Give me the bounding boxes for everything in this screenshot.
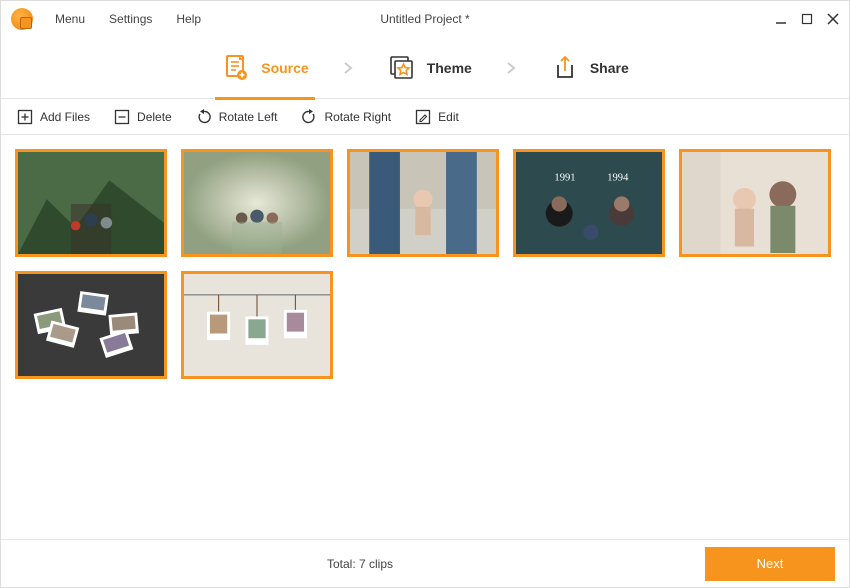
step-theme[interactable]: Theme [387, 53, 472, 83]
thumb-1[interactable] [15, 149, 167, 257]
step-source[interactable]: Source [221, 53, 308, 83]
source-icon [221, 53, 251, 83]
rotate-left-icon [196, 109, 212, 125]
thumb-2[interactable] [181, 149, 333, 257]
menu-help[interactable]: Help [164, 12, 213, 26]
toolbar: Add Files Delete Rotate Left Rotate Righ… [1, 99, 849, 135]
edit-button[interactable]: Edit [415, 109, 459, 125]
step-source-label: Source [261, 60, 308, 76]
maximize-icon[interactable] [801, 13, 813, 25]
svg-text:1991: 1991 [554, 172, 575, 183]
window-controls [775, 13, 839, 25]
close-icon[interactable] [827, 13, 839, 25]
delete-label: Delete [137, 110, 172, 124]
share-icon [550, 53, 580, 83]
theme-icon [387, 53, 417, 83]
footer: Total: 7 clips Next [1, 539, 849, 587]
step-share-label: Share [590, 60, 629, 76]
menu-settings[interactable]: Settings [97, 12, 164, 26]
app-logo-icon [11, 8, 33, 30]
step-nav: Source Theme [1, 37, 849, 99]
photo-placeholder-icon [682, 152, 828, 254]
delete-button[interactable]: Delete [114, 109, 172, 125]
minus-square-icon [114, 109, 130, 125]
project-title: Untitled Project * [380, 12, 469, 26]
clip-count: Total: 7 clips [15, 557, 705, 571]
rotate-left-button[interactable]: Rotate Left [196, 109, 278, 125]
photo-placeholder-icon [184, 152, 330, 254]
add-files-label: Add Files [40, 110, 90, 124]
step-theme-label: Theme [427, 60, 472, 76]
photo-placeholder-icon [18, 152, 164, 254]
thumb-4[interactable]: 1991 1994 [513, 149, 665, 257]
minimize-icon[interactable] [775, 13, 787, 25]
add-files-button[interactable]: Add Files [17, 109, 90, 125]
rotate-right-label: Rotate Right [324, 110, 391, 124]
edit-label: Edit [438, 110, 459, 124]
photo-placeholder-icon [350, 152, 496, 254]
photo-placeholder-icon: 1991 1994 [516, 152, 662, 254]
rotate-right-button[interactable]: Rotate Right [301, 109, 391, 125]
step-share[interactable]: Share [550, 53, 629, 83]
rotate-left-label: Rotate Left [219, 110, 278, 124]
app-window: Menu Settings Help Untitled Project * [0, 0, 850, 588]
chevron-right-icon [343, 61, 353, 75]
edit-icon [415, 109, 431, 125]
rotate-right-icon [301, 109, 317, 125]
titlebar: Menu Settings Help Untitled Project * [1, 1, 849, 37]
thumb-7[interactable] [181, 271, 333, 379]
gallery: 1991 1994 [1, 135, 849, 539]
chevron-right-icon [506, 61, 516, 75]
photo-placeholder-icon [184, 274, 330, 376]
menu-menu[interactable]: Menu [43, 12, 97, 26]
thumb-6[interactable] [15, 271, 167, 379]
thumb-3[interactable] [347, 149, 499, 257]
next-button[interactable]: Next [705, 547, 835, 581]
svg-text:1994: 1994 [607, 172, 629, 183]
plus-square-icon [17, 109, 33, 125]
thumb-5[interactable] [679, 149, 831, 257]
photo-placeholder-icon [18, 274, 164, 376]
